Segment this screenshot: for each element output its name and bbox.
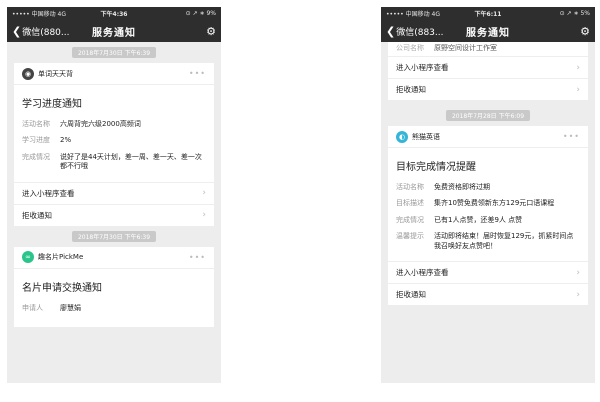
card-header: ◉ 单词天天背 •••	[14, 63, 214, 85]
field-row: 目标描述 集齐10赞免费领新东方129元口语课程	[388, 199, 588, 215]
field-value: 活动即将结束！届时恢复129元，抓紧时间点我召唤好友点赞吧！	[434, 232, 574, 250]
gear-icon[interactable]: ⚙	[206, 25, 216, 38]
link-label: 拒收通知	[396, 290, 426, 300]
phone-screen-right: ••••• 中国移动 4G 下午6:11 ⊙ ↗ ∗ 5% ❮ 微信(883..…	[381, 7, 595, 383]
app-name: 趣名片PickMe	[38, 253, 84, 262]
nav-bar: ❮ 微信(883... 服务通知 ⚙	[381, 20, 595, 42]
app-logo-icon: ◉	[22, 67, 34, 80]
app-logo-icon: ∞	[22, 251, 34, 264]
nav-bar: ❮ 微信(880... 服务通知 ⚙	[7, 20, 221, 42]
chevron-right-icon: ›	[576, 267, 580, 278]
field-row: 活动名称 免费资格即将过期	[388, 183, 588, 199]
carrier-text: ••••• 中国移动 4G	[386, 11, 440, 18]
field-label: 温馨提示	[396, 232, 424, 241]
link-label: 进入小程序查看	[396, 63, 449, 72]
reject-notification-link[interactable]: 拒收通知 ›	[14, 203, 214, 226]
field-label: 公司名称	[396, 44, 424, 52]
app-name: 单词天天背	[38, 69, 73, 78]
card-title: 名片申请交换通知	[22, 282, 102, 294]
field-row: 公司名称 原野空间设计工作室	[388, 40, 588, 56]
field-row: 活动名称 六周背完六级2000高频词	[14, 120, 214, 136]
clock: 下午6:11	[474, 11, 502, 18]
card-header: ∞ 趣名片PickMe •••	[14, 247, 214, 269]
field-value: 集齐10赞免费领新东方129元口语课程	[434, 199, 555, 208]
clock: 下午4:36	[100, 11, 128, 18]
notification-card: ◉ 单词天天背 ••• 学习进度通知 活动名称 六周背完六级2000高频词 学习…	[14, 63, 214, 226]
chevron-right-icon: ›	[576, 62, 580, 73]
link-label: 拒收通知	[396, 85, 426, 94]
status-icons: ⊙ ↗ ∗ 9%	[185, 10, 216, 17]
field-value: 2%	[60, 136, 72, 145]
status-icons: ⊙ ↗ ∗ 5%	[559, 10, 590, 17]
notification-card-partial: 公司名称 原野空间设计工作室 进入小程序查看 › 拒收通知 ›	[388, 40, 588, 100]
card-title: 目标完成情况提醒	[396, 162, 476, 173]
carrier-text: ••••• 中国移动 4G	[12, 11, 66, 18]
field-value: 说好了是44天计划，差一周、差一天、差一次都不行哦	[60, 152, 202, 171]
back-button[interactable]: ❮ 微信(883...	[386, 25, 444, 38]
link-label: 进入小程序查看	[396, 268, 449, 278]
field-label: 目标描述	[396, 199, 424, 208]
field-row: 完成情况 已有1人点赞，还差9人 点赞	[388, 216, 588, 232]
app-logo-icon: ◐	[396, 130, 408, 143]
link-label: 进入小程序查看	[22, 188, 75, 198]
chevron-left-icon: ❮	[386, 24, 396, 38]
field-row: 学习进度 2%	[14, 136, 214, 152]
more-dots-icon[interactable]: •••	[563, 132, 580, 141]
chevron-left-icon: ❮	[12, 24, 22, 38]
field-label: 活动名称	[396, 183, 424, 191]
chevron-right-icon: ›	[576, 289, 580, 300]
card-header: ◐ 熊猫英语 •••	[388, 126, 588, 148]
reject-notification-link[interactable]: 拒收通知 ›	[388, 283, 588, 306]
timestamp-badge: 2018年7月30日 下午6:39	[71, 230, 157, 242]
field-label: 活动名称	[22, 120, 50, 128]
more-dots-icon[interactable]: •••	[189, 253, 206, 262]
chevron-right-icon: ›	[202, 188, 206, 199]
status-bar: ••••• 中国移动 4G 下午4:36 ⊙ ↗ ∗ 9%	[7, 7, 221, 20]
more-dots-icon[interactable]: •••	[189, 69, 206, 78]
phone-screen-left: ••••• 中国移动 4G 下午4:36 ⊙ ↗ ∗ 9% ❮ 微信(880..…	[7, 7, 221, 383]
open-miniprogram-link[interactable]: 进入小程序查看 ›	[388, 261, 588, 284]
field-label: 完成情况	[396, 215, 424, 224]
reject-notification-link[interactable]: 拒收通知 ›	[388, 78, 588, 100]
field-value: 廖慧娟	[60, 303, 81, 312]
field-row: 完成情况 说好了是44天计划，差一周、差一天、差一次都不行哦	[14, 153, 214, 182]
card-title: 学习进度通知	[22, 99, 82, 110]
status-bar: ••••• 中国移动 4G 下午6:11 ⊙ ↗ ∗ 5%	[381, 7, 595, 20]
notification-card: ◐ 熊猫英语 ••• 目标完成情况提醒 活动名称 免费资格即将过期 目标描述 集…	[388, 126, 588, 306]
open-miniprogram-link[interactable]: 进入小程序查看 ›	[14, 181, 214, 204]
field-label: 完成情况	[22, 152, 50, 161]
timestamp-badge: 2018年7月30日 下午6:39	[71, 47, 157, 58]
field-value: 原野空间设计工作室	[434, 44, 497, 52]
field-row: 申请人 廖慧娟	[14, 304, 214, 327]
gear-icon[interactable]: ⚙	[580, 25, 590, 38]
open-miniprogram-link[interactable]: 进入小程序查看 ›	[388, 56, 588, 78]
back-button[interactable]: ❮ 微信(880...	[12, 25, 70, 38]
link-label: 拒收通知	[22, 210, 52, 220]
field-value: 已有1人点赞，还差9人 点赞	[434, 215, 523, 224]
back-label: 微信(880...	[22, 27, 70, 38]
timestamp-badge: 2018年7月28日 下午6:09	[445, 110, 531, 121]
notification-card: ∞ 趣名片PickMe ••• 名片申请交换通知 申请人 廖慧娟	[14, 246, 214, 328]
chevron-right-icon: ›	[202, 210, 206, 221]
field-label: 申请人	[22, 303, 43, 312]
field-label: 学习进度	[22, 136, 50, 145]
chevron-right-icon: ›	[576, 84, 580, 95]
app-name: 熊猫英语	[412, 132, 440, 141]
field-value: 六周背完六级2000高频词	[60, 120, 141, 128]
field-row: 温馨提示 活动即将结束！届时恢复129元，抓紧时间点我召唤好友点赞吧！	[388, 232, 588, 261]
back-label: 微信(883...	[396, 27, 444, 38]
field-value: 免费资格即将过期	[434, 183, 490, 191]
